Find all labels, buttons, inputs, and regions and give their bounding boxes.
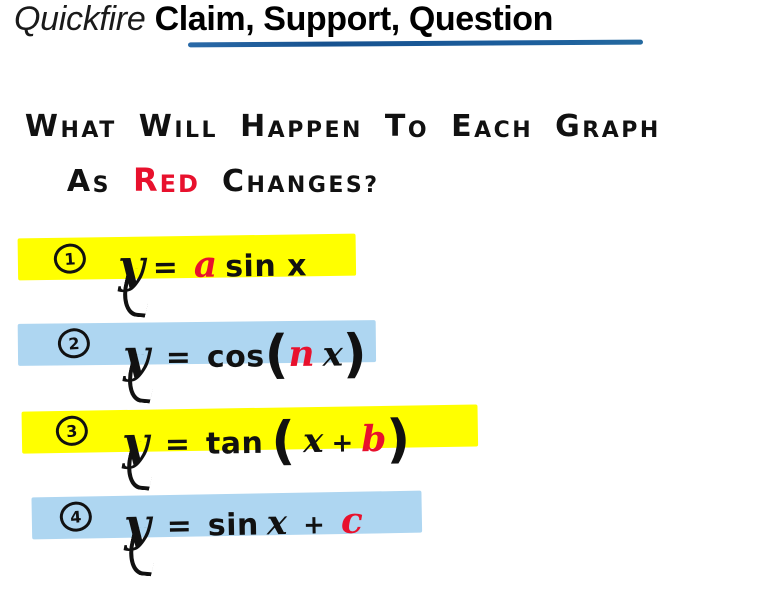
equation-3-equals: = [164,426,191,463]
equation-3-open-paren: ( [270,411,296,472]
word-graph-rest: RAPH [582,118,661,143]
word-happen-rest: APPEN [267,118,363,143]
equation-4-lhs: y [123,497,152,552]
equation-4-inside-var: x [266,502,288,544]
title-bold-part: Claim, Support, Question [154,0,554,38]
keyword-red-rest: ED [159,170,200,198]
equation-4-equals: = [166,508,193,545]
equation-1-lhs: y [117,238,146,293]
equation-2-inside-var: x [322,334,344,375]
equation-row-3: 3 y = tan(x + b) [21,404,481,491]
circled-number-2-label: 2 [67,333,81,354]
word-graph-cap: G [555,109,583,144]
equation-2-equals: = [165,340,192,376]
word-what-cap: W [24,109,61,144]
circled-number-3-label: 3 [65,420,79,441]
equation-2-open-paren: ( [264,325,289,386]
equation-3-red-variable: b [360,417,387,461]
equation-4-red-variable: c [340,499,364,543]
word-to-rest: O [407,118,430,143]
word-as-cap: A [66,164,93,199]
word-each-cap: E [451,109,475,144]
word-as-rest: S [92,173,111,198]
question-line-1: WHAT WILL HAPPEN TO EACH GRAPH [16,96,661,142]
equation-2-function: cos [206,339,265,375]
word-changes-cap: C [221,164,247,199]
title-underline [187,39,644,48]
keyword-red-cap: R [132,161,160,199]
equation-2-lhs: y [122,328,151,383]
slide-canvas: { "slide": { "background_color": "#fffff… [0,0,778,607]
question-line-2: AS RED CHANGES? [58,148,380,197]
word-to-cap: T [384,109,408,144]
equation-2-close-paren: ) [342,324,367,385]
word-what-rest: HAT [60,118,117,143]
word-will-rest: ILL [174,118,219,143]
title-light-part: Quickfire [14,0,146,38]
page-title: Quickfire Claim, Support, Question [14,2,553,36]
circled-number-4-label: 4 [69,506,83,527]
equation-2-red-variable: n [288,332,315,376]
equation-3-lhs: y [121,415,150,471]
word-each-rest: ACH [474,118,534,143]
word-changes-rest: HANGES? [246,173,380,198]
word-happen-cap: H [240,109,268,144]
word-will-cap: W [138,109,175,144]
equation-3-close-paren: ) [385,409,411,470]
equation-row-2: 2 y = cos(n x) [17,320,379,404]
equation-row-4: 4 y = sin x + c [31,490,424,577]
equation-1-rhs: sin x [224,248,308,285]
equation-4-function: sin [207,507,260,544]
equation-3-operator: + [331,428,354,459]
equation-row-1: 1 y = a sin x [17,233,359,318]
equation-4-operator: + [302,510,326,541]
circled-number-1-label: 1 [63,248,77,269]
equation-1-equals: = [152,250,179,286]
equation-3-inside-var: x [302,420,324,462]
equation-3-function: tan [205,425,264,462]
equation-1-red-variable: a [193,243,218,286]
